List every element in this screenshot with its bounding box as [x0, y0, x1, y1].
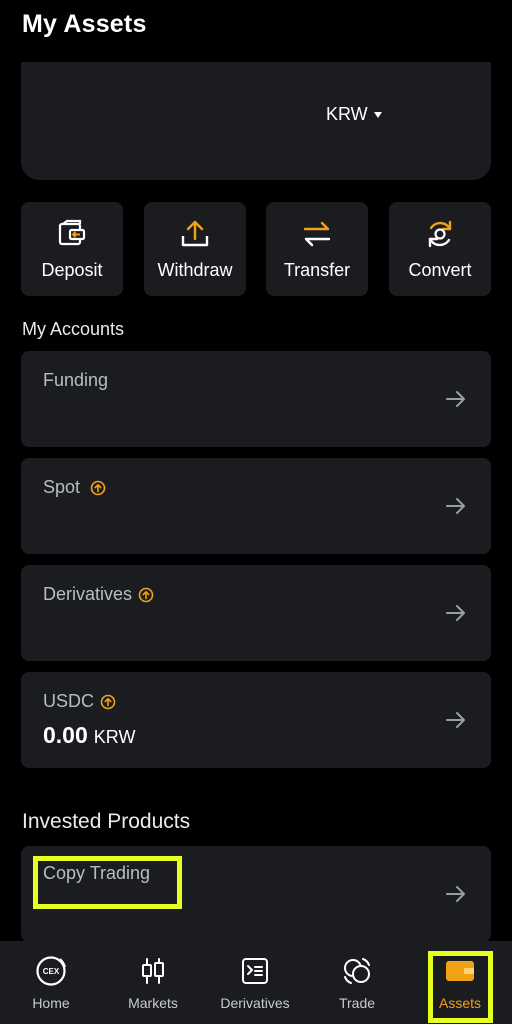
wallet-icon — [443, 954, 477, 988]
upgrade-arrow-icon — [138, 587, 154, 603]
nav-label: Markets — [128, 995, 178, 1011]
arrow-right-icon — [446, 498, 465, 514]
account-card-derivatives[interactable]: Derivatives — [21, 565, 491, 661]
caret-down-icon — [373, 112, 382, 118]
cex-logo-icon: CEX — [34, 954, 68, 988]
product-name-label: Copy Trading — [43, 863, 151, 883]
account-card-usdc[interactable]: USDC 0.00 KRW — [21, 672, 491, 768]
convert-label: Convert — [408, 260, 472, 280]
arrow-right-icon — [446, 712, 465, 728]
nav-label: Assets — [438, 995, 481, 1011]
trade-coins-icon — [340, 954, 374, 988]
page-title: My Assets — [22, 10, 147, 38]
nav-home[interactable]: CEX Home — [1, 941, 101, 1024]
swap-arrows-icon — [301, 218, 333, 250]
candlestick-icon — [136, 954, 170, 988]
upgrade-arrow-icon — [90, 480, 106, 496]
upload-arrow-icon — [179, 218, 211, 250]
account-name-label: USDC — [43, 691, 95, 711]
transfer-button[interactable]: Transfer — [266, 202, 368, 296]
nav-label: Trade — [338, 995, 376, 1011]
account-name: USDC — [43, 691, 116, 712]
account-name: Spot — [43, 477, 106, 498]
product-name: Copy Trading — [43, 863, 150, 884]
account-card-spot[interactable]: Spot — [21, 458, 491, 554]
nav-assets[interactable]: Assets — [410, 941, 510, 1024]
upgrade-arrow-icon — [100, 694, 116, 710]
deposit-wallet-icon — [56, 218, 88, 250]
account-name: Derivatives — [43, 584, 154, 605]
currency-select[interactable]: KRW — [326, 104, 382, 125]
account-balance: 0.00 KRW — [43, 722, 135, 749]
my-accounts-heading: My Accounts — [22, 319, 125, 339]
balance-card: KRW — [21, 62, 491, 180]
nav-label: Derivatives — [220, 995, 290, 1011]
account-name-label: Spot — [43, 477, 81, 497]
account-name-label: Derivatives — [43, 584, 133, 604]
nav-markets[interactable]: Markets — [103, 941, 203, 1024]
currency-label: KRW — [326, 104, 368, 124]
withdraw-button[interactable]: Withdraw — [144, 202, 246, 296]
balance-unit: KRW — [93, 727, 136, 747]
deposit-label: Deposit — [41, 260, 103, 280]
bottom-nav: CEX Home Markets Derivatives Trade Asset… — [0, 941, 512, 1024]
quick-actions: Deposit Withdraw Transfer Convert — [21, 202, 491, 296]
withdraw-label: Withdraw — [157, 260, 233, 280]
nav-derivatives[interactable]: Derivatives — [205, 941, 305, 1024]
arrow-right-icon — [446, 605, 465, 621]
account-name-label: Funding — [43, 370, 109, 390]
convert-cycle-icon — [424, 218, 456, 250]
nav-label: Home — [32, 995, 70, 1011]
deposit-button[interactable]: Deposit — [21, 202, 123, 296]
assets-screen: My Assets KRW Deposit Withdraw Transfer … — [0, 0, 512, 1024]
arrow-right-icon — [446, 391, 465, 407]
transfer-label: Transfer — [283, 260, 351, 280]
account-card-funding[interactable]: Funding — [21, 351, 491, 447]
nav-trade[interactable]: Trade — [307, 941, 407, 1024]
derivatives-doc-icon — [238, 954, 272, 988]
svg-text:CEX: CEX — [43, 967, 60, 976]
product-card-copy-trading[interactable]: Copy Trading — [21, 846, 491, 942]
arrow-right-icon — [446, 886, 465, 902]
convert-button[interactable]: Convert — [389, 202, 491, 296]
balance-value: 0.00 — [43, 722, 88, 748]
account-name: Funding — [43, 370, 108, 391]
invested-products-heading: Invested Products — [22, 810, 191, 833]
